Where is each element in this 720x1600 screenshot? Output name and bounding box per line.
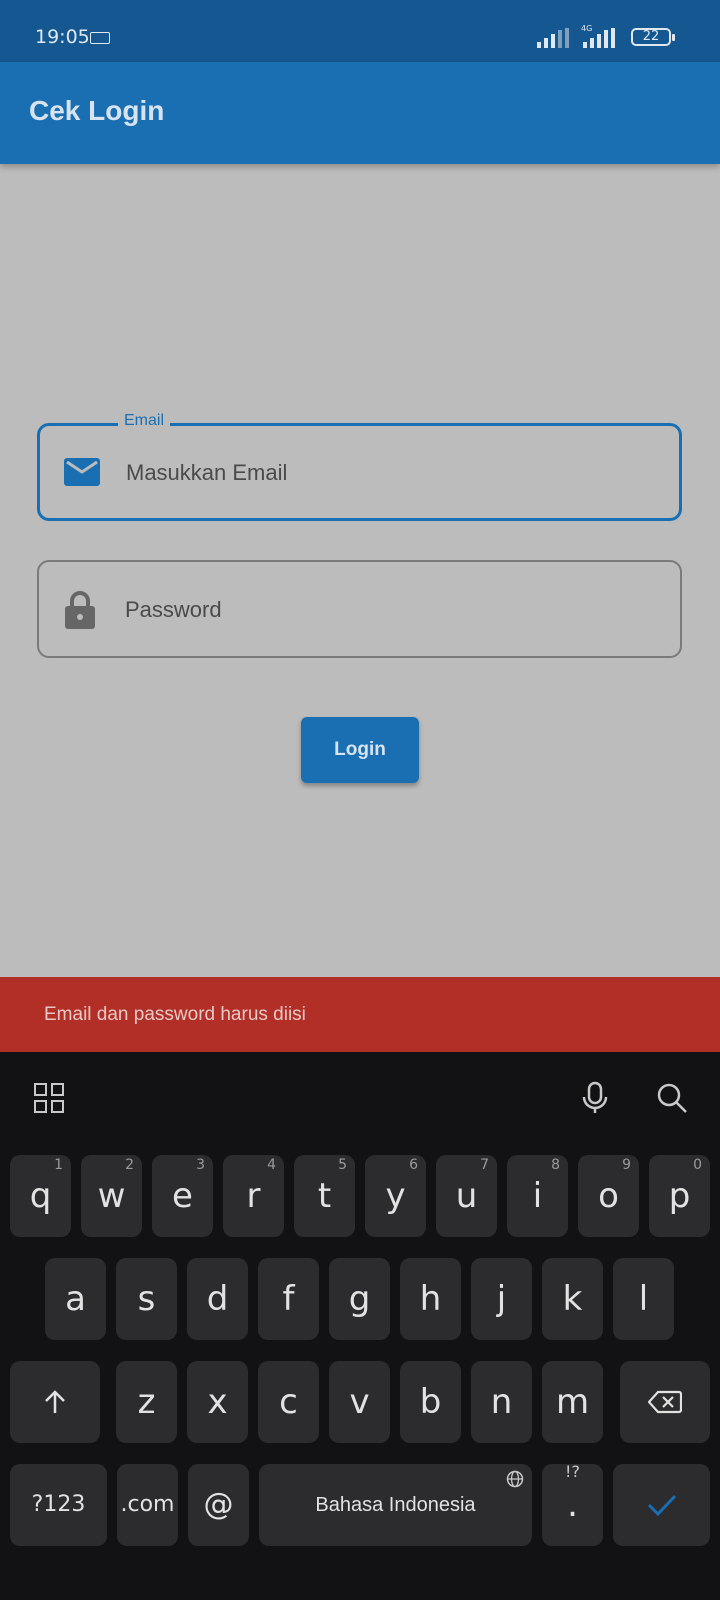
lock-icon [65,591,95,629]
enter-key[interactable] [613,1464,710,1546]
key-t[interactable]: t5 [294,1155,355,1237]
key-o[interactable]: o9 [578,1155,639,1237]
key-n[interactable]: n [471,1361,532,1443]
space-label: Bahasa Indonesia [315,1494,476,1516]
key-v[interactable]: v [329,1361,390,1443]
key-e[interactable]: e3 [152,1155,213,1237]
app-bar: Cek Login [0,62,720,164]
email-placeholder: Masukkan Email [126,460,288,485]
signal-icon-2 [583,28,615,48]
period-key[interactable]: !? . [542,1462,603,1546]
key-s[interactable]: s [116,1258,177,1340]
key-k[interactable]: k [542,1258,603,1340]
key-b[interactable]: b [400,1361,461,1443]
key-y[interactable]: y6 [365,1155,426,1237]
backspace-key[interactable] [620,1361,710,1443]
globe-icon [506,1470,524,1488]
login-button[interactable]: Login [301,717,419,783]
battery-icon: 22 [631,28,675,46]
soft-keyboard: q1 w2 e3 r4 t5 y6 u7 i8 o9 p0 a s d f g … [0,1052,720,1600]
signal-icon [537,28,569,48]
battery-level: 22 [642,29,660,44]
password-field[interactable]: Password [37,560,682,658]
key-j[interactable]: j [471,1258,532,1340]
key-p[interactable]: p0 [649,1155,710,1237]
key-z[interactable]: z [116,1361,177,1443]
error-snackbar: Email dan password harus diisi [0,977,720,1052]
period-label: . [567,1485,578,1525]
email-field[interactable]: Email Masukkan Email [37,412,682,521]
space-key[interactable]: Bahasa Indonesia [259,1464,532,1546]
search-icon[interactable] [654,1080,690,1116]
checkmark-icon [647,1494,676,1517]
key-d[interactable]: d [187,1258,248,1340]
shift-arrow-icon [45,1390,65,1413]
period-alt-label: !? [565,1462,580,1481]
symbols-key[interactable]: ?123 [10,1464,107,1546]
key-r[interactable]: r4 [223,1155,284,1237]
key-g[interactable]: g [329,1258,390,1340]
email-label: Email [118,412,171,430]
password-placeholder: Password [125,597,222,622]
key-h[interactable]: h [400,1258,461,1340]
key-f[interactable]: f [258,1258,319,1340]
key-a[interactable]: a [45,1258,106,1340]
status-bar: 19:05 4G 22 [0,0,720,62]
microphone-icon[interactable] [577,1080,613,1116]
snackbar-message: Email dan password harus diisi [44,1004,306,1025]
status-time: 19:05 [35,26,90,48]
at-key[interactable]: @ [188,1464,249,1546]
key-u[interactable]: u7 [436,1155,497,1237]
key-x[interactable]: x [187,1361,248,1443]
dot-com-key[interactable]: .com [117,1464,178,1546]
keyboard-status-icon [90,32,110,44]
key-q[interactable]: q1 [10,1155,71,1237]
key-i[interactable]: i8 [507,1155,568,1237]
key-c[interactable]: c [258,1361,319,1443]
key-w[interactable]: w2 [81,1155,142,1237]
key-l[interactable]: l [613,1258,674,1340]
page-title: Cek Login [29,95,165,126]
backspace-icon [648,1390,682,1414]
key-m[interactable]: m [542,1361,603,1443]
apps-grid-icon[interactable] [31,1080,67,1116]
mail-icon [64,458,100,486]
shift-key[interactable] [10,1361,100,1443]
